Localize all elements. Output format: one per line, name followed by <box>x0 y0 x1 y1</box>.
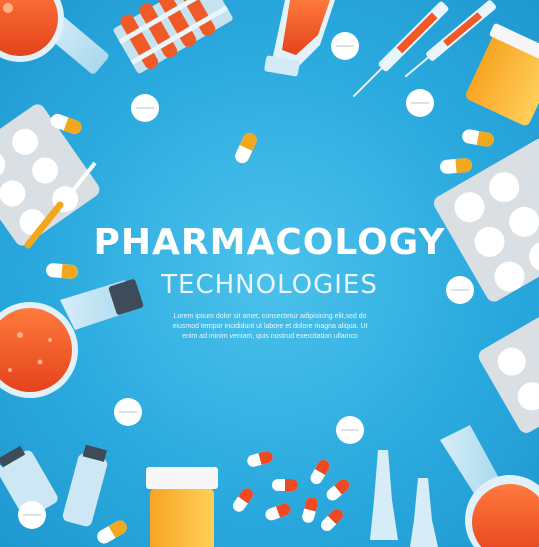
ampoules <box>370 450 438 547</box>
pharmacology-poster: PHARMACOLOGY TECHNOLOGIES Lorem ipsum do… <box>0 0 539 547</box>
round-flask-bottom-right <box>440 425 539 547</box>
vials-bottom-left <box>0 444 108 527</box>
round-flask-top-left <box>0 0 109 74</box>
blister-pack-bottom-right <box>478 316 539 433</box>
test-tube-rack <box>113 0 233 74</box>
pill-bottle-bottom <box>146 467 218 547</box>
flask-top-center <box>264 0 335 77</box>
red-capsules <box>230 449 352 534</box>
body-text: Lorem ipsum dolor sit amet, consectetur … <box>172 313 368 340</box>
subtitle: TECHNOLOGIES <box>161 270 378 300</box>
pill-bottle-top-right <box>466 23 539 126</box>
title: PHARMACOLOGY <box>93 222 446 263</box>
